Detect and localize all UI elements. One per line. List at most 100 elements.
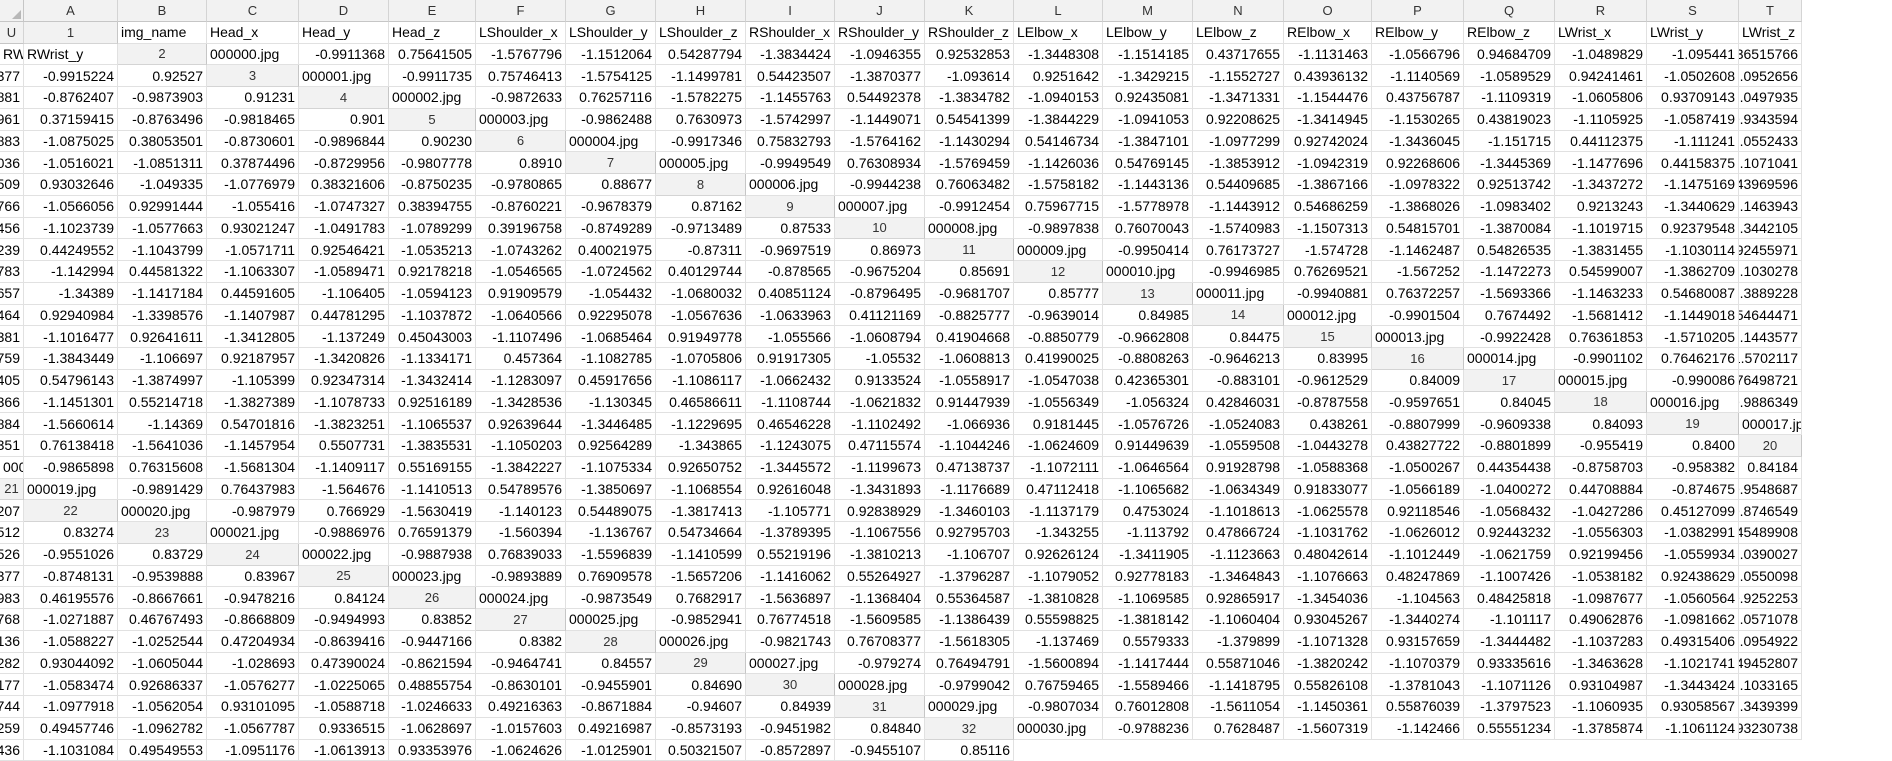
- value-cell[interactable]: -1.142466: [1372, 717, 1464, 740]
- header-cell[interactable]: Head_z: [389, 21, 476, 44]
- value-cell[interactable]: -1.055416: [207, 195, 299, 218]
- value-cell[interactable]: -1.0576726: [1103, 413, 1193, 435]
- value-cell[interactable]: 0.54826535: [1464, 239, 1555, 261]
- value-cell[interactable]: -1.1050203: [476, 435, 566, 457]
- value-cell[interactable]: 0.92532853: [925, 43, 1014, 66]
- value-cell[interactable]: -1.5702117: [1739, 348, 1802, 370]
- value-cell[interactable]: -1.1086117: [656, 369, 746, 392]
- value-cell[interactable]: 0.92199456: [1555, 543, 1647, 566]
- value-cell[interactable]: 0.55551234: [1464, 717, 1555, 740]
- value-cell[interactable]: -1.1463943: [1739, 195, 1802, 218]
- image-name-cell[interactable]: 000002.jpg: [389, 87, 476, 109]
- value-cell[interactable]: -1.3785874: [1555, 717, 1647, 740]
- value-cell[interactable]: -1.0558917: [925, 369, 1014, 392]
- value-cell[interactable]: 0.55598825: [1014, 609, 1103, 631]
- row-header[interactable]: 31: [835, 696, 925, 718]
- value-cell[interactable]: -1.5742997: [746, 108, 835, 131]
- value-cell[interactable]: -1.14369: [118, 413, 207, 435]
- value-cell[interactable]: -1.0400272: [1464, 478, 1555, 501]
- column-header-K[interactable]: K: [925, 0, 1014, 22]
- value-cell[interactable]: -0.9886349: [1739, 391, 1802, 414]
- value-cell[interactable]: -1.3440274: [1372, 609, 1464, 631]
- value-cell[interactable]: -1.0743262: [476, 239, 566, 261]
- value-cell[interactable]: -1.0680032: [656, 282, 746, 305]
- value-cell[interactable]: -1.0516021: [24, 152, 118, 174]
- value-cell[interactable]: 0.43756787: [1372, 87, 1464, 109]
- value-cell[interactable]: -0.9901102: [1555, 348, 1647, 370]
- value-cell[interactable]: -1.5681412: [1555, 304, 1647, 327]
- header-cell[interactable]: RElbow_x: [1284, 21, 1372, 44]
- value-cell[interactable]: -0.9911735: [389, 65, 476, 87]
- value-cell[interactable]: -1.140123: [476, 500, 566, 522]
- value-cell[interactable]: -1.0978322: [1372, 174, 1464, 196]
- value-cell[interactable]: 0.92513742: [1464, 174, 1555, 196]
- value-cell[interactable]: 0.93101095: [207, 696, 299, 718]
- value-cell[interactable]: -0.8796495: [835, 282, 925, 305]
- value-cell[interactable]: -1.028693: [207, 652, 299, 675]
- value-cell[interactable]: 0.76708377: [835, 630, 925, 653]
- image-name-cell[interactable]: 000027.jpg: [746, 652, 835, 675]
- row-header[interactable]: 12: [1014, 261, 1103, 283]
- value-cell[interactable]: 0.84840: [835, 717, 925, 740]
- value-cell[interactable]: -1.1069259: [0, 717, 24, 740]
- column-header-A[interactable]: A: [24, 0, 118, 22]
- value-cell[interactable]: -1.0489829: [1555, 43, 1647, 66]
- value-cell[interactable]: -1.1033165: [1739, 674, 1802, 696]
- value-cell[interactable]: -1.3831455: [1555, 239, 1647, 261]
- value-cell[interactable]: -1.1023739: [24, 217, 118, 240]
- value-cell[interactable]: -1.1031762: [1284, 522, 1372, 544]
- value-cell[interactable]: -1.5646366: [0, 391, 24, 414]
- value-cell[interactable]: -1.1544476: [1284, 87, 1372, 109]
- value-cell[interactable]: 0.54146734: [1014, 130, 1103, 153]
- value-cell[interactable]: 0.88677: [566, 174, 656, 196]
- value-cell[interactable]: -1.0608794: [835, 326, 925, 348]
- value-cell[interactable]: -1.1457954: [207, 435, 299, 457]
- value-cell[interactable]: -1.3445369: [1464, 152, 1555, 174]
- header-cell[interactable]: LElbow_x: [1014, 21, 1103, 44]
- value-cell[interactable]: 0.48042614: [1284, 543, 1372, 566]
- row-header[interactable]: 16: [1372, 348, 1464, 370]
- image-name-cell[interactable]: 000024.jpg: [476, 587, 566, 609]
- value-cell[interactable]: -1.1449018: [1647, 304, 1739, 327]
- value-cell[interactable]: -1.0981662: [1647, 609, 1739, 631]
- value-cell[interactable]: 0.76774518: [746, 609, 835, 631]
- column-header-T[interactable]: T: [1739, 0, 1802, 22]
- value-cell[interactable]: 0.37874496: [207, 152, 299, 174]
- value-cell[interactable]: -1.0626012: [1372, 522, 1464, 544]
- value-cell[interactable]: -1.1512064: [566, 43, 656, 66]
- value-cell[interactable]: -1.3843449: [24, 348, 118, 370]
- value-cell[interactable]: -0.9873903: [118, 87, 207, 109]
- value-cell[interactable]: 0.49452807: [1739, 652, 1802, 675]
- value-cell[interactable]: -1.0951176: [207, 739, 299, 761]
- value-cell[interactable]: 0.44781295: [299, 304, 389, 327]
- image-name-cell[interactable]: 000022.jpg: [299, 543, 389, 566]
- value-cell[interactable]: -1.3870084: [1464, 217, 1555, 240]
- value-cell[interactable]: 0.9133524: [835, 369, 925, 392]
- value-cell[interactable]: 0.75641505: [389, 43, 476, 66]
- value-cell[interactable]: 0.92639644: [476, 413, 566, 435]
- value-cell[interactable]: 0.42846031: [1193, 391, 1284, 414]
- image-name-cell[interactable]: 000028.jpg: [835, 674, 925, 696]
- value-cell[interactable]: -1.105771: [746, 500, 835, 522]
- value-cell[interactable]: -1.0962782: [118, 717, 207, 740]
- value-cell[interactable]: 0.94241461: [1555, 65, 1647, 87]
- value-cell[interactable]: 0.54489075: [566, 500, 656, 522]
- value-cell[interactable]: 0.54769145: [1103, 152, 1193, 174]
- row-header[interactable]: 3: [207, 65, 299, 87]
- value-cell[interactable]: -1.3420826: [299, 348, 389, 370]
- value-cell[interactable]: -1.0942319: [1284, 152, 1372, 174]
- image-name-cell[interactable]: 000001.jpg: [299, 65, 389, 87]
- value-cell[interactable]: -0.8801899: [1464, 435, 1555, 457]
- value-cell[interactable]: 0.84045: [1464, 391, 1555, 414]
- value-cell[interactable]: -0.9887938: [389, 543, 476, 566]
- row-header[interactable]: 28: [566, 630, 656, 653]
- value-cell[interactable]: -1.0662432: [746, 369, 835, 392]
- row-header[interactable]: 1: [24, 21, 118, 44]
- value-cell[interactable]: -1.1016477: [24, 326, 118, 348]
- value-cell[interactable]: -1.113792: [1103, 522, 1193, 544]
- value-cell[interactable]: 0.91231: [207, 87, 299, 109]
- value-cell[interactable]: 0.92178218: [389, 261, 476, 283]
- column-header-F[interactable]: F: [476, 0, 566, 22]
- value-cell[interactable]: -1.5754125: [566, 65, 656, 87]
- value-cell[interactable]: -1.1243075: [746, 435, 835, 457]
